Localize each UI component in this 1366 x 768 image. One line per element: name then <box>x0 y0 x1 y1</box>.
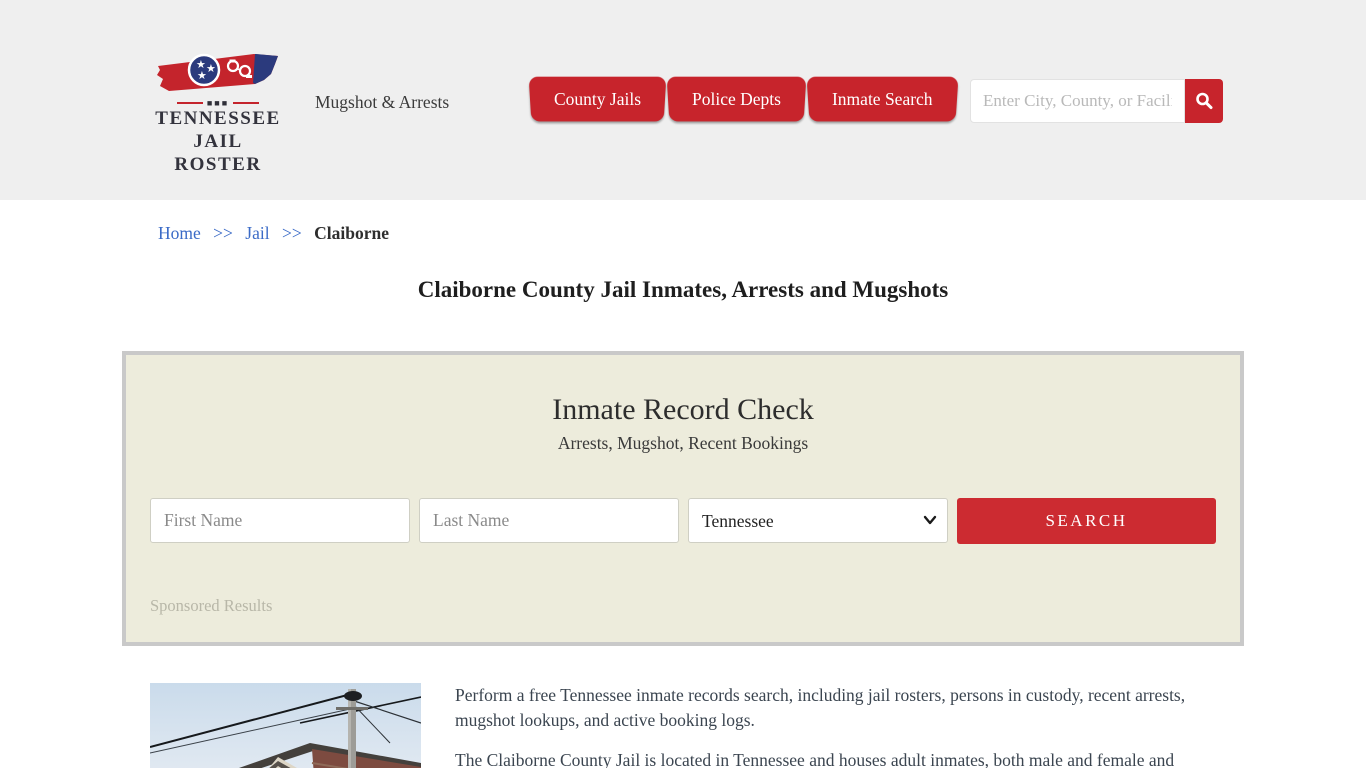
jail-building-photo <box>150 683 421 768</box>
state-select[interactable]: Tennessee <box>688 498 948 543</box>
logo-text-line1: TENNESSEE <box>155 108 281 129</box>
last-name-field[interactable] <box>419 498 679 543</box>
content-row: Perform a free Tennessee inmate records … <box>150 683 1366 768</box>
first-name-field[interactable] <box>150 498 410 543</box>
state-select-wrap: Tennessee <box>688 498 948 544</box>
breadcrumb-current: Claiborne <box>314 223 389 243</box>
star-icon: ★ <box>206 63 216 75</box>
breadcrumb-jail-link[interactable]: Jail <box>245 223 269 243</box>
intro-paragraph-1: Perform a free Tennessee inmate records … <box>455 685 1186 730</box>
site-header: ★ ★ ★ ■■■ TENNESSEE JAIL ROSTER Mugshot … <box>0 0 1366 200</box>
nav-county-jails-label: County Jails <box>554 89 642 109</box>
facility-search-input[interactable] <box>970 79 1185 123</box>
record-check-form: Tennessee SEARCH <box>150 498 1216 544</box>
breadcrumb-home-link[interactable]: Home <box>158 223 201 243</box>
logo-divider: ■■■ <box>153 99 283 108</box>
inmate-record-check-panel: Inmate Record Check Arrests, Mugshot, Re… <box>122 351 1244 646</box>
site-logo[interactable]: ★ ★ ★ ■■■ TENNESSEE JAIL ROSTER <box>153 50 283 176</box>
breadcrumb: Home >> Jail >> Claiborne <box>158 223 1366 244</box>
header-search <box>970 79 1223 123</box>
nav-county-jails-button[interactable]: County Jails <box>530 77 665 122</box>
star-icon: ★ <box>197 70 207 82</box>
intro-paragraph-2: The Claiborne County Jail is located in … <box>455 749 1175 768</box>
nav-police-depts-button[interactable]: Police Depts <box>668 77 805 122</box>
breadcrumb-separator: >> <box>281 223 302 243</box>
panel-subtitle: Arrests, Mugshot, Recent Bookings <box>557 433 809 453</box>
facility-search-button[interactable] <box>1185 79 1223 123</box>
page: ★ ★ ★ ■■■ TENNESSEE JAIL ROSTER Mugshot … <box>0 0 1366 768</box>
nav-police-depts-label: Police Depts <box>692 89 781 109</box>
tennessee-state-icon: ★ ★ ★ <box>156 53 278 91</box>
nav-inmate-search-label: Inmate Search <box>831 89 933 109</box>
intro-copy: Perform a free Tennessee inmate records … <box>455 683 1241 768</box>
site-tagline: Mugshot & Arrests <box>315 92 450 112</box>
logo-text-line2: JAIL ROSTER <box>174 130 262 175</box>
nav-inmate-search-button[interactable]: Inmate Search <box>808 77 957 122</box>
page-title: Claiborne County Jail Inmates, Arrests a… <box>417 277 949 302</box>
search-button[interactable]: SEARCH <box>957 498 1216 544</box>
main-nav: County Jails Police Depts Inmate Search <box>530 77 957 122</box>
breadcrumb-separator: >> <box>213 223 233 243</box>
sponsored-results-label: Sponsored Results <box>150 596 273 615</box>
panel-title: Inmate Record Check <box>552 393 814 426</box>
search-icon <box>1196 92 1213 110</box>
